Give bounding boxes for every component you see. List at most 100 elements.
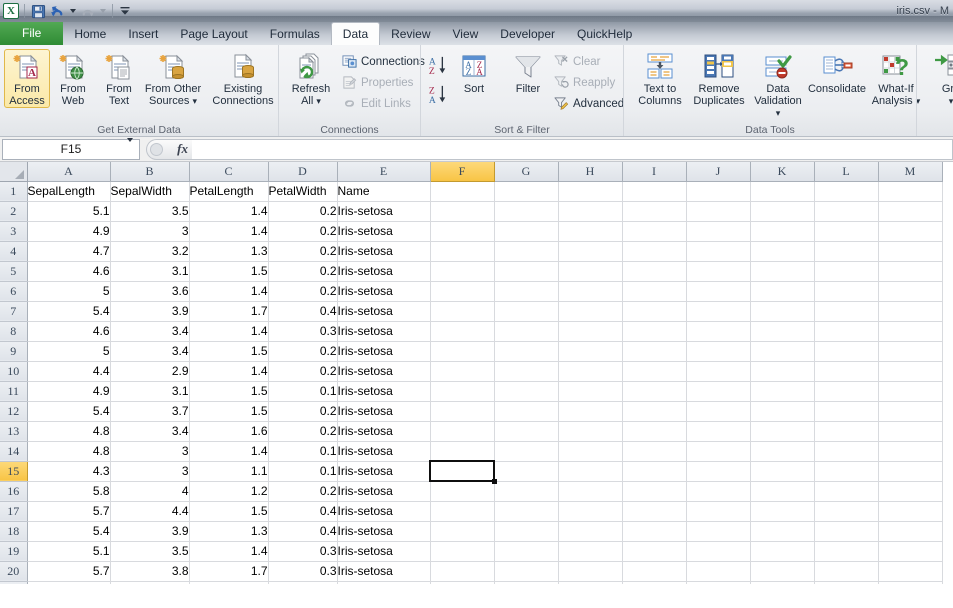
cell-H18[interactable]: [558, 521, 623, 542]
name-box[interactable]: F15: [2, 138, 140, 160]
cell-C3[interactable]: 1.4: [189, 221, 269, 242]
cell-C7[interactable]: 1.7: [189, 301, 269, 322]
cell-F10[interactable]: [430, 361, 495, 382]
cell-B21[interactable]: 3.8: [110, 581, 190, 584]
cell-F21[interactable]: [430, 581, 495, 584]
cell-B9[interactable]: 3.4: [110, 341, 190, 362]
cell-K1[interactable]: [750, 181, 815, 202]
name-box-chevron-down-icon[interactable]: [127, 138, 133, 156]
cell-C13[interactable]: 1.6: [189, 421, 269, 442]
cell-J1[interactable]: [686, 181, 751, 202]
cell-A9[interactable]: 5: [27, 341, 111, 362]
cell-B20[interactable]: 3.8: [110, 561, 190, 582]
cell-E8[interactable]: Iris-setosa: [337, 321, 431, 342]
cell-F5[interactable]: [430, 261, 495, 282]
cell-M10[interactable]: [878, 361, 943, 382]
cell-H8[interactable]: [558, 321, 623, 342]
cell-L19[interactable]: [814, 541, 879, 562]
cell-B7[interactable]: 3.9: [110, 301, 190, 322]
cell-H21[interactable]: [558, 581, 623, 584]
column-header-h[interactable]: H: [558, 162, 623, 182]
cell-G6[interactable]: [494, 281, 559, 302]
cell-F16[interactable]: [430, 481, 495, 502]
customize-qat-chevron-down-icon[interactable]: [118, 3, 132, 20]
cell-D19[interactable]: 0.3: [268, 541, 338, 562]
cell-M4[interactable]: [878, 241, 943, 262]
cell-G21[interactable]: [494, 581, 559, 584]
cell-A13[interactable]: 4.8: [27, 421, 111, 442]
cell-E5[interactable]: Iris-setosa: [337, 261, 431, 282]
cell-A5[interactable]: 4.6: [27, 261, 111, 282]
from-access-button[interactable]: A From Access: [4, 49, 50, 108]
cell-A7[interactable]: 5.4: [27, 301, 111, 322]
cell-K17[interactable]: [750, 501, 815, 522]
cell-A14[interactable]: 4.8: [27, 441, 111, 462]
cell-M17[interactable]: [878, 501, 943, 522]
cell-K11[interactable]: [750, 381, 815, 402]
row-header-13[interactable]: 13: [0, 421, 28, 442]
cell-A2[interactable]: 5.1: [27, 201, 111, 222]
row-header-8[interactable]: 8: [0, 321, 28, 342]
cell-K19[interactable]: [750, 541, 815, 562]
cell-D4[interactable]: 0.2: [268, 241, 338, 262]
cell-L5[interactable]: [814, 261, 879, 282]
sort-ascending-button[interactable]: A Z: [425, 52, 451, 81]
cell-L17[interactable]: [814, 501, 879, 522]
cell-K10[interactable]: [750, 361, 815, 382]
cell-E14[interactable]: Iris-setosa: [337, 441, 431, 462]
cell-J9[interactable]: [686, 341, 751, 362]
cell-J4[interactable]: [686, 241, 751, 262]
cell-C8[interactable]: 1.4: [189, 321, 269, 342]
cell-M5[interactable]: [878, 261, 943, 282]
cell-L12[interactable]: [814, 401, 879, 422]
cell-M19[interactable]: [878, 541, 943, 562]
cell-B17[interactable]: 4.4: [110, 501, 190, 522]
cell-I18[interactable]: [622, 521, 687, 542]
cell-J20[interactable]: [686, 561, 751, 582]
cell-B4[interactable]: 3.2: [110, 241, 190, 262]
cell-E9[interactable]: Iris-setosa: [337, 341, 431, 362]
cell-H14[interactable]: [558, 441, 623, 462]
cell-F8[interactable]: [430, 321, 495, 342]
column-header-i[interactable]: I: [622, 162, 687, 182]
cell-B13[interactable]: 3.4: [110, 421, 190, 442]
cell-I17[interactable]: [622, 501, 687, 522]
cell-E12[interactable]: Iris-setosa: [337, 401, 431, 422]
cell-I2[interactable]: [622, 201, 687, 222]
cell-L20[interactable]: [814, 561, 879, 582]
cell-E6[interactable]: Iris-setosa: [337, 281, 431, 302]
cell-B1[interactable]: SepalWidth: [110, 181, 190, 202]
advanced-filter-button[interactable]: Advanced: [551, 93, 628, 114]
tab-file[interactable]: File: [0, 22, 64, 45]
cell-I10[interactable]: [622, 361, 687, 382]
connections-button[interactable]: Connections: [339, 51, 429, 72]
cell-E13[interactable]: Iris-setosa: [337, 421, 431, 442]
cell-F18[interactable]: [430, 521, 495, 542]
cell-K12[interactable]: [750, 401, 815, 422]
cell-M20[interactable]: [878, 561, 943, 582]
group-button[interactable]: Gro ▾: [923, 49, 953, 107]
tab-data[interactable]: Data: [330, 22, 381, 45]
row-header-17[interactable]: 17: [0, 501, 28, 522]
cell-C21[interactable]: 1.5: [189, 581, 269, 584]
cell-H20[interactable]: [558, 561, 623, 582]
cell-D14[interactable]: 0.1: [268, 441, 338, 462]
cell-E15[interactable]: Iris-setosa: [337, 461, 431, 482]
column-header-a[interactable]: A: [27, 162, 111, 182]
cell-H3[interactable]: [558, 221, 623, 242]
cell-A10[interactable]: 4.4: [27, 361, 111, 382]
row-header-20[interactable]: 20: [0, 561, 28, 582]
cell-K2[interactable]: [750, 201, 815, 222]
cell-G12[interactable]: [494, 401, 559, 422]
cell-K9[interactable]: [750, 341, 815, 362]
column-header-c[interactable]: C: [189, 162, 269, 182]
cell-M7[interactable]: [878, 301, 943, 322]
cell-B5[interactable]: 3.1: [110, 261, 190, 282]
cell-E17[interactable]: Iris-setosa: [337, 501, 431, 522]
cell-D10[interactable]: 0.2: [268, 361, 338, 382]
cell-J14[interactable]: [686, 441, 751, 462]
cell-E2[interactable]: Iris-setosa: [337, 201, 431, 222]
cell-J5[interactable]: [686, 261, 751, 282]
cell-B2[interactable]: 3.5: [110, 201, 190, 222]
row-header-21[interactable]: 21: [0, 581, 28, 584]
